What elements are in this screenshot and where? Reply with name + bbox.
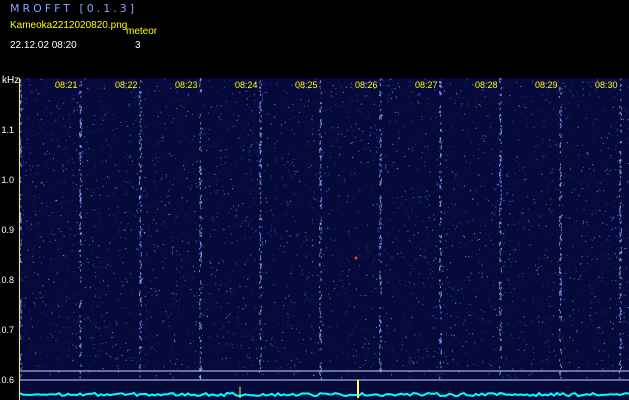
y-tick-label: 0.9 bbox=[1, 225, 14, 235]
detection-count: 3 bbox=[135, 40, 141, 51]
x-tick-label: 08:21 bbox=[55, 80, 78, 90]
header-panel: MROFFT [0.1.3] Kameoka2212020820.png met… bbox=[0, 0, 629, 78]
y-tick-label: 0.7 bbox=[1, 325, 14, 335]
x-tick-label: 08:26 bbox=[355, 80, 378, 90]
x-tick-label: 08:27 bbox=[415, 80, 438, 90]
y-tick-label: 0.6 bbox=[1, 375, 14, 385]
x-tick-label: 08:29 bbox=[535, 80, 558, 90]
spectrogram-plot bbox=[20, 78, 629, 400]
file-name: Kameoka2212020820.png bbox=[10, 20, 128, 31]
unit-label: kHz bbox=[2, 75, 20, 86]
x-tick-label: 08:25 bbox=[295, 80, 318, 90]
x-tick-label: 08:24 bbox=[235, 80, 258, 90]
x-tick-label: 08:30 bbox=[595, 80, 618, 90]
spectrogram-background bbox=[20, 78, 629, 400]
y-tick-label: 0.8 bbox=[1, 275, 14, 285]
x-tick-label: 08:23 bbox=[175, 80, 198, 90]
meteor-echo-mark bbox=[354, 256, 358, 260]
y-tick-label: 1.1 bbox=[1, 125, 14, 135]
y-tick-label: 1.0 bbox=[1, 175, 14, 185]
detection-label: meteor bbox=[126, 26, 158, 37]
app-title: MROFFT [0.1.3] bbox=[10, 2, 138, 15]
y-axis: 1.1 1.0 0.9 0.8 0.7 0.6 bbox=[0, 78, 20, 400]
x-tick-label: 08:28 bbox=[475, 80, 498, 90]
x-tick-label: 08:22 bbox=[115, 80, 138, 90]
timestamp: 22.12.02 08:20 bbox=[10, 40, 77, 51]
